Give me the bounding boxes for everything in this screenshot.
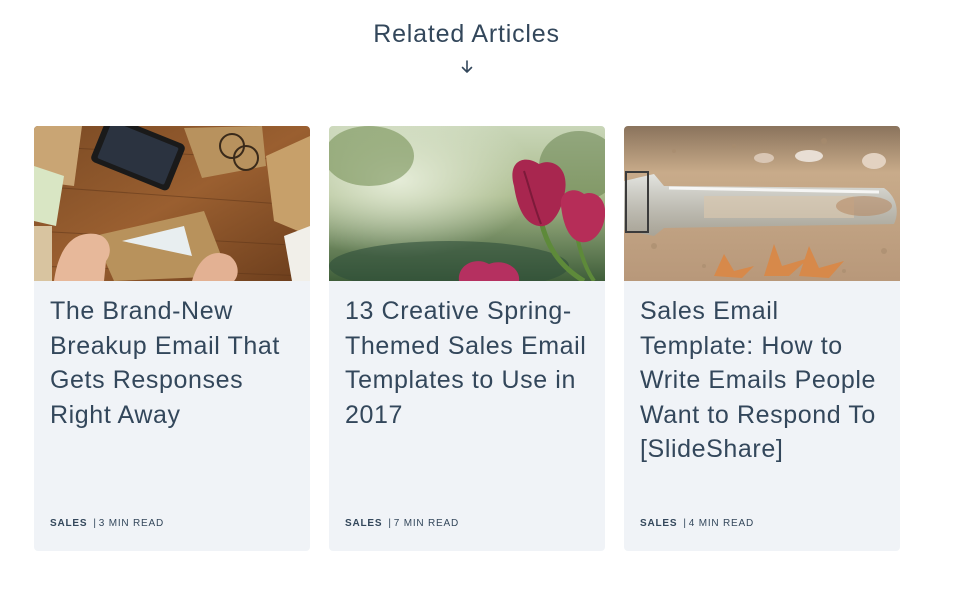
article-card[interactable]: The Brand-New Breakup Email That Gets Re… xyxy=(34,126,310,551)
article-title[interactable]: The Brand-New Breakup Email That Gets Re… xyxy=(50,294,296,432)
article-card[interactable]: Sales Email Template: How to Write Email… xyxy=(624,126,900,551)
article-title[interactable]: Sales Email Template: How to Write Email… xyxy=(640,294,886,467)
article-title[interactable]: 13 Creative Spring-Themed Sales Email Te… xyxy=(345,294,591,432)
article-read-time: 7 MIN READ xyxy=(393,518,459,529)
meta-separator: | xyxy=(93,518,97,529)
article-meta: SALES | 7 MIN READ xyxy=(345,518,459,529)
article-meta: SALES | 4 MIN READ xyxy=(640,518,754,529)
meta-separator: | xyxy=(388,518,392,529)
article-thumbnail-envelope xyxy=(34,126,310,281)
article-read-time: 3 MIN READ xyxy=(98,518,164,529)
article-category[interactable]: SALES xyxy=(345,518,382,529)
meta-separator: | xyxy=(683,518,687,529)
article-read-time: 4 MIN READ xyxy=(688,518,754,529)
related-articles-header: Related Articles xyxy=(0,14,933,79)
article-cards: The Brand-New Breakup Email That Gets Re… xyxy=(34,126,900,551)
article-meta: SALES | 3 MIN READ xyxy=(50,518,164,529)
article-thumbnail-bottle xyxy=(624,126,900,281)
article-thumbnail-tulips xyxy=(329,126,605,281)
article-card[interactable]: 13 Creative Spring-Themed Sales Email Te… xyxy=(329,126,605,551)
article-category[interactable]: SALES xyxy=(640,518,677,529)
section-title: Related Articles xyxy=(373,20,560,48)
article-category[interactable]: SALES xyxy=(50,518,87,529)
arrow-down-icon xyxy=(460,60,474,79)
